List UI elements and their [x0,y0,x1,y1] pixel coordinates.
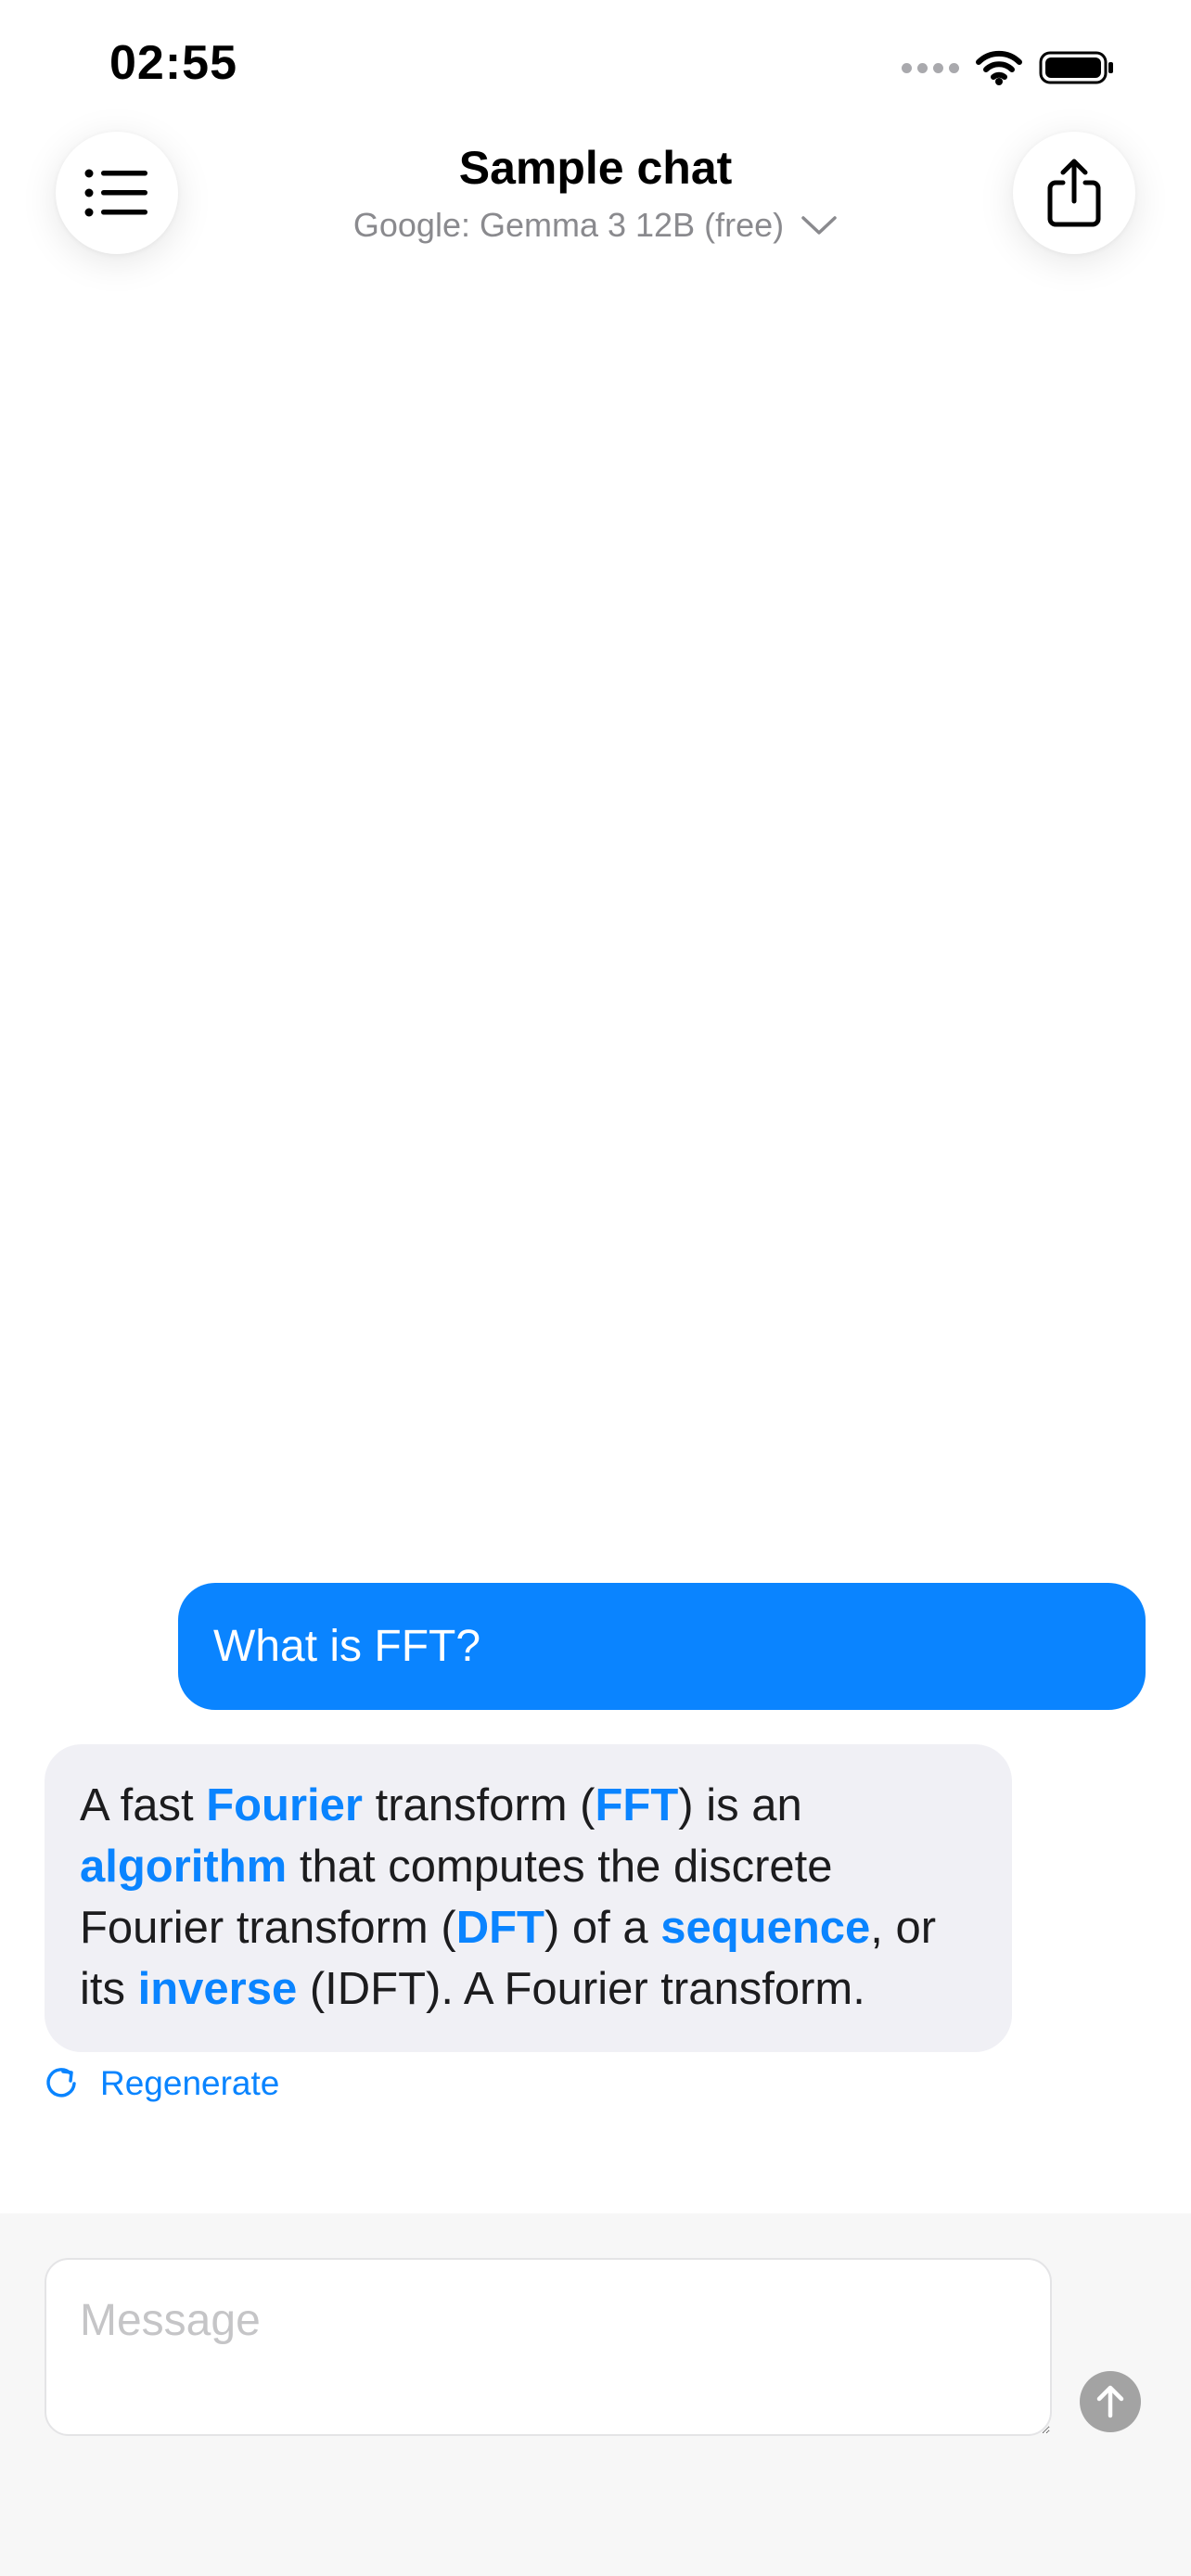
share-icon [1047,159,1101,227]
cellular-signal-icon [902,62,959,73]
status-icons [902,45,1115,91]
assistant-link-sequence[interactable]: sequence [660,1903,870,1953]
user-message-bubble[interactable]: What is FFT? [178,1583,1146,1710]
refresh-icon [46,2068,76,2098]
assistant-text-segment: (IDFT). A Fourier transform. [297,1964,865,2014]
assistant-link-dft[interactable]: DFT [456,1903,544,1953]
assistant-text-segment: A fast [80,1780,207,1830]
share-button[interactable] [1013,132,1135,254]
assistant-text-segment: transform ( [362,1780,596,1830]
battery-icon [1039,51,1113,84]
chevron-down-icon [801,216,837,235]
message-composer [0,2213,1191,2576]
chat-header: Sample chat Google: Gemma 3 12B (free) [0,130,1191,315]
wifi-icon [976,50,1022,85]
model-selector[interactable]: Google: Gemma 3 12B (free) [0,206,1191,245]
assistant-link-inverse[interactable]: inverse [138,1964,298,2014]
status-bar: 02:55 [0,0,1191,130]
assistant-link-fft[interactable]: FFT [595,1780,678,1830]
assistant-text-segment: ) of a [544,1903,661,1953]
message-input[interactable] [45,2258,1052,2436]
user-message-text: What is FFT? [213,1622,481,1671]
send-button[interactable] [1080,2371,1141,2432]
arrow-up-icon [1096,2385,1124,2418]
assistant-message-bubble[interactable]: A fast Fourier transform (FFT) is an alg… [45,1744,1012,2052]
model-name: Google: Gemma 3 12B (free) [352,206,785,244]
regenerate-button[interactable]: Regenerate [43,2064,279,2103]
assistant-text-segment: ) is an [678,1780,802,1830]
assistant-link-fourier[interactable]: Fourier [206,1780,363,1830]
status-time: 02:55 [109,36,237,90]
regenerate-label: Regenerate [100,2064,280,2102]
assistant-link-algorithm[interactable]: algorithm [80,1842,287,1892]
